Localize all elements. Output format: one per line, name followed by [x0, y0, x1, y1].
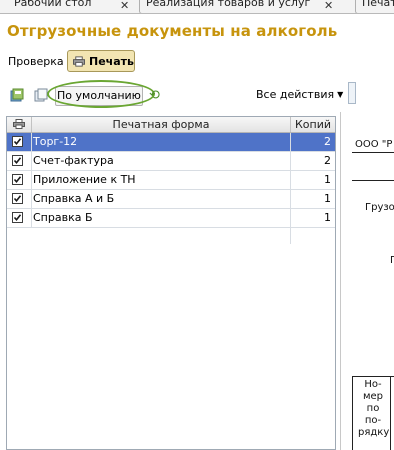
row-form-name: Счет-фактура	[33, 154, 114, 167]
preview-column-head-line: Но-	[364, 379, 382, 390]
tab-desktop[interactable]: Рабочий стол ✕	[0, 0, 162, 13]
checkbox[interactable]	[12, 193, 23, 204]
form-column-header[interactable]: Печатная форма	[32, 117, 291, 132]
checkbox[interactable]	[12, 212, 23, 223]
preview-column-head-line: по-	[364, 415, 382, 426]
row-form-name: Справка Б	[33, 211, 93, 224]
chevron-down-icon: ▼	[337, 90, 344, 99]
refresh-icon[interactable]: ⟲	[149, 89, 160, 102]
all-actions-label: Все действия	[256, 88, 335, 101]
printer-icon	[73, 55, 86, 67]
check-icon	[13, 214, 22, 222]
preview-column-head: Но- мер по по- рядку	[358, 379, 390, 439]
row-checkbox-cell[interactable]	[7, 152, 32, 170]
row-checkbox-cell[interactable]	[7, 133, 32, 151]
table-row[interactable]: Справка А и Б 1	[7, 190, 335, 209]
print-forms-table: Печатная форма Копий Торг-12 2 Счет-факт…	[6, 116, 336, 450]
column-divider	[290, 133, 291, 244]
tab-desktop-label: Рабочий стол	[14, 0, 92, 9]
row-checkbox-cell[interactable]	[7, 171, 32, 189]
checkbox[interactable]	[12, 174, 23, 185]
print-button-label: Печать	[89, 54, 134, 68]
table-row[interactable]: Приложение к ТН 1	[7, 171, 335, 190]
printer-icon	[13, 119, 25, 129]
preview-table-left	[352, 376, 353, 450]
tab-strip: Рабочий стол ✕ Реализация товаров и услу…	[0, 0, 394, 14]
preview-org: ООО "Р	[355, 139, 393, 150]
preview-table-top	[352, 376, 394, 377]
table-header: Печатная форма Копий	[7, 117, 335, 133]
row-copies[interactable]: 2	[324, 133, 331, 151]
check-button[interactable]: Проверка	[8, 55, 64, 68]
check-icon	[13, 138, 22, 146]
table-row[interactable]: Торг-12 2	[7, 133, 335, 152]
checkbox[interactable]	[12, 155, 23, 166]
checkbox[interactable]	[12, 136, 23, 147]
print-column-header	[7, 117, 32, 132]
preview-shipper: Грузо	[365, 202, 394, 213]
row-copies[interactable]: 1	[324, 209, 331, 227]
close-icon[interactable]: ✕	[324, 0, 333, 13]
check-icon	[13, 157, 22, 165]
tab-sales[interactable]: Реализация товаров и услуг ✕	[139, 0, 380, 13]
row-copies[interactable]: 1	[324, 171, 331, 189]
table-row[interactable]: Счет-фактура 2	[7, 152, 335, 171]
copy-document-icon[interactable]	[34, 88, 49, 102]
preview-table-col	[390, 376, 391, 450]
preview-line	[352, 152, 394, 153]
tab-sales-label: Реализация товаров и услуг	[146, 0, 311, 9]
row-copies[interactable]: 2	[324, 152, 331, 170]
tab-print-label: Печать	[362, 0, 394, 9]
row-form-name: Приложение к ТН	[33, 173, 136, 186]
row-checkbox-cell[interactable]	[7, 190, 32, 208]
row-form-name: Справка А и Б	[33, 192, 115, 205]
close-icon[interactable]: ✕	[120, 0, 129, 13]
row-copies[interactable]: 1	[324, 190, 331, 208]
table-row[interactable]: Справка Б 1	[7, 209, 335, 228]
copies-column-header[interactable]: Копий	[291, 117, 335, 132]
save-document-icon[interactable]	[10, 88, 25, 102]
check-icon	[13, 176, 22, 184]
preview-scroll-marker[interactable]	[348, 82, 356, 104]
preview-column-head-line: рядку	[358, 427, 390, 438]
row-form-name: Торг-12	[33, 135, 78, 148]
preview-column-head-line: по	[366, 403, 380, 414]
preview-p: П	[390, 255, 394, 266]
preview-column-head-line: мер	[362, 391, 384, 402]
preview-line	[352, 180, 394, 181]
page-title: Отгрузочные документы на алкоголь	[7, 22, 338, 40]
all-actions-menu[interactable]: Все действия ▼	[256, 88, 343, 101]
print-button[interactable]: Печать	[67, 50, 135, 72]
panel-splitter[interactable]	[340, 112, 341, 450]
check-icon	[13, 195, 22, 203]
default-button[interactable]: По умолчанию	[55, 86, 143, 106]
row-checkbox-cell[interactable]	[7, 209, 32, 227]
tab-print[interactable]: Печать	[355, 0, 394, 13]
